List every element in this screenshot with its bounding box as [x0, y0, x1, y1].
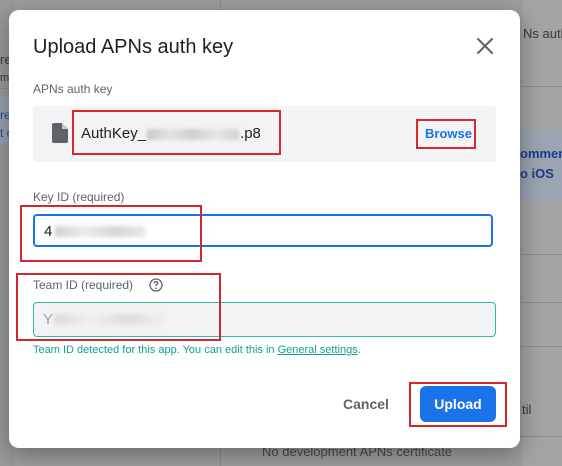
- dialog-title: Upload APNs auth key: [33, 36, 234, 58]
- file-icon: [52, 123, 68, 143]
- cancel-button[interactable]: Cancel: [343, 396, 389, 412]
- bg-text: o iOS: [520, 166, 554, 181]
- bg-right-panel: [522, 0, 562, 466]
- bg-text: Ns auth: [523, 26, 562, 41]
- bg-divider: [522, 86, 562, 87]
- team-id-helper: Team ID detected for this app. You can e…: [33, 344, 361, 356]
- annotation-box: [72, 110, 281, 155]
- close-icon[interactable]: [475, 36, 495, 56]
- bg-divider: [522, 346, 562, 347]
- bg-text: ommen: [520, 146, 562, 161]
- annotation-box: [409, 382, 507, 427]
- annotation-box: [16, 273, 221, 341]
- apns-section-label: APNs auth key: [33, 82, 113, 96]
- bg-divider: [522, 254, 562, 255]
- bg-divider: [522, 302, 562, 303]
- annotation-box: [416, 119, 476, 149]
- bg-text: til: [522, 402, 532, 417]
- bg-text: m: [0, 72, 10, 84]
- annotation-box: [20, 205, 202, 262]
- helper-text: Team ID detected for this app. You can e…: [33, 344, 278, 356]
- general-settings-link[interactable]: General settings: [278, 344, 358, 356]
- bg-right-highlight: [522, 130, 562, 200]
- key-id-label: Key ID (required): [33, 190, 125, 204]
- helper-end: .: [357, 344, 361, 356]
